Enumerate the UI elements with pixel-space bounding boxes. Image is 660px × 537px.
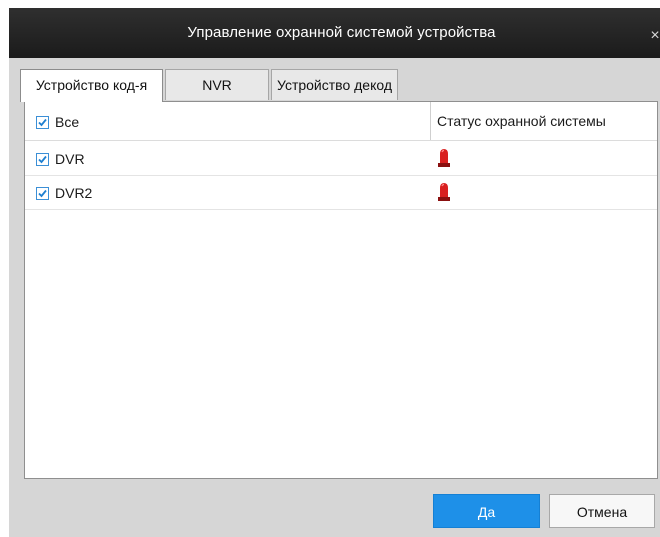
select-all-checkbox[interactable] xyxy=(36,115,49,129)
checkmark-icon xyxy=(38,155,47,164)
ok-button[interactable]: Да xyxy=(433,494,540,528)
device-select[interactable]: DVR2 xyxy=(36,175,92,210)
close-icon[interactable]: × xyxy=(645,26,660,46)
checkmark-icon xyxy=(38,189,47,198)
cancel-button[interactable]: Отмена xyxy=(549,494,655,528)
device-table: Все Статус охранной системы DVR DVR2 xyxy=(24,101,658,479)
table-row[interactable]: DVR2 xyxy=(25,175,657,210)
alarm-siren-icon xyxy=(437,182,451,202)
alarm-siren-icon xyxy=(437,148,451,168)
device-select[interactable]: DVR xyxy=(36,141,85,176)
table-header: Все Статус охранной системы xyxy=(25,102,657,141)
device-checkbox[interactable] xyxy=(36,186,49,200)
security-control-dialog: Управление охранной системой устройства … xyxy=(9,8,660,537)
table-row[interactable]: DVR xyxy=(25,141,657,176)
checkmark-icon xyxy=(38,118,47,127)
tab-encoding-device[interactable]: Устройство код-я xyxy=(20,69,163,102)
device-name: DVR2 xyxy=(55,185,93,202)
device-name: DVR xyxy=(55,151,85,168)
dialog-footer: Да Отмена xyxy=(9,479,660,537)
tab-decoding-device[interactable]: Устройство декод xyxy=(271,69,398,100)
select-all-control[interactable]: Все xyxy=(36,102,79,140)
column-divider[interactable] xyxy=(430,102,431,140)
dialog-title: Управление охранной системой устройства xyxy=(187,24,496,41)
status-column-header: Статус охранной системы xyxy=(437,113,606,129)
title-bar[interactable]: Управление охранной системой устройства … xyxy=(9,8,660,58)
device-checkbox[interactable] xyxy=(36,152,49,166)
tab-nvr[interactable]: NVR xyxy=(165,69,269,100)
select-all-label: Все xyxy=(55,114,80,131)
